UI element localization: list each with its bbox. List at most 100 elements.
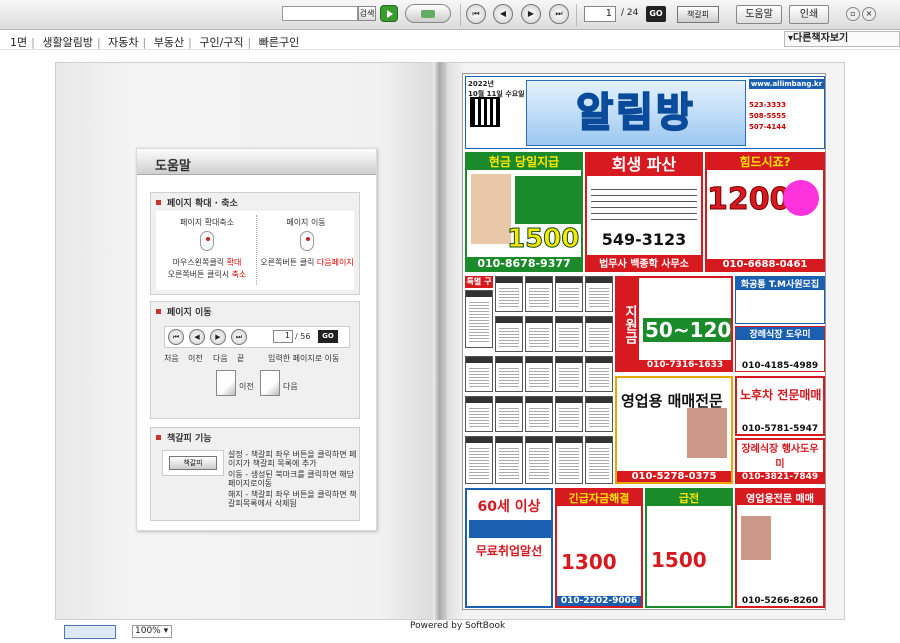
- classified-ad: [525, 356, 553, 392]
- page-flip-prev-icon: [216, 370, 236, 396]
- classified-ad: [495, 316, 523, 352]
- bookmark-button[interactable]: 책갈피: [677, 6, 719, 23]
- move-hint: 오른쪽버튼 클릭 다음페이지: [260, 258, 354, 267]
- ad-urgent-funds: 긴급자금해결 1300 010-2202-9006: [555, 488, 643, 608]
- flip-next-label: 다음: [283, 382, 298, 391]
- move-label: 페이지 이동: [286, 218, 326, 227]
- page-total: / 56: [295, 332, 311, 341]
- help-button[interactable]: 도움말: [736, 5, 782, 24]
- view-mode-icons[interactable]: [64, 625, 116, 639]
- ad-jobs-tag: 특별 구인: [465, 276, 493, 288]
- toolbar: 검색 ⏮ ◀ ▶ ⏭ 1 / 24 GO 책갈피 도움말 인쇄 ▫ ×: [0, 0, 900, 30]
- search-input[interactable]: [282, 6, 358, 21]
- ad-subsidy: 지원금 50~1200 010-7316-1633: [615, 276, 733, 372]
- search-go-icon[interactable]: [380, 5, 398, 22]
- zoom-hint-2: 오른쪽버튼 클릭시 축소: [167, 270, 247, 279]
- classified-ad: [525, 396, 553, 432]
- nav-link-realestate[interactable]: 부동산: [154, 36, 184, 49]
- page-total: / 24: [621, 8, 639, 18]
- bookmark-icon: 책갈피: [169, 456, 217, 470]
- other-books-dropdown[interactable]: ▾다른책자보기: [784, 31, 900, 47]
- first-page-icon: ⏮: [168, 329, 184, 345]
- bookmark-help-2: 이동 - 생성된 북마크를 클릭하면 해당페이지로이동: [228, 470, 355, 488]
- classified-ad: [525, 436, 553, 484]
- help-bookmark-section: 책갈피 기능 책갈피 설정 - 책갈피 좌우 버튼을 클릭하면 페이지가 책갈피…: [150, 427, 360, 521]
- close-icon[interactable]: ×: [862, 7, 876, 21]
- ad-funeral-helper: 장례식장 도우미 010-4185-4989: [735, 326, 825, 372]
- prev-page-icon: ◀: [189, 329, 205, 345]
- classified-ad: [585, 436, 613, 484]
- print-button[interactable]: 인쇄: [789, 5, 829, 24]
- category-nav: 1면 | 생활알림방 | 자동차 | 부동산 | 구인/구직 | 빠른구인: [0, 31, 900, 50]
- nav-link-car[interactable]: 자동차: [108, 36, 138, 49]
- newspaper-page[interactable]: 2022년 10월 11일 수요일 알림방 www.allimbang.kr 52…: [462, 73, 826, 610]
- go-button[interactable]: GO: [646, 6, 666, 22]
- divider: [576, 4, 577, 26]
- divider: [460, 4, 461, 26]
- ad-cash: 현금 당일지급 1500 010-8678-9377: [465, 152, 583, 272]
- classified-ad: [495, 396, 523, 432]
- classified-ad: [495, 276, 523, 312]
- section-title: 페이지 이동: [151, 302, 359, 320]
- classified-ad: [585, 356, 613, 392]
- classified-ad: [525, 316, 553, 352]
- label-prev: 이전: [188, 354, 203, 363]
- classified-ad: [555, 436, 583, 484]
- mouse-icon: [200, 231, 214, 251]
- classified-ad: [555, 276, 583, 312]
- classified-ad: [495, 436, 523, 484]
- minimize-icon[interactable]: ▫: [846, 7, 860, 21]
- classified-ad: [585, 276, 613, 312]
- next-page-button[interactable]: ▶: [521, 4, 541, 24]
- view-toggle-button[interactable]: [405, 4, 451, 23]
- page-box: 1: [273, 330, 293, 343]
- label-first: 처음: [164, 354, 179, 363]
- bookmark-help-1: 설정 - 책갈피 좌우 버튼을 클릭하면 페이지가 책갈피 목록에 추가: [228, 450, 357, 468]
- classified-ad: [555, 316, 583, 352]
- mouse-icon: [300, 231, 314, 251]
- prev-page-button[interactable]: ◀: [493, 4, 513, 24]
- go-icon: GO: [318, 330, 338, 343]
- page-flip-next-icon: [260, 370, 280, 396]
- classified-ad: [465, 396, 493, 432]
- classified-ad: [465, 356, 493, 392]
- divider: [256, 215, 257, 285]
- search-button[interactable]: 검색: [358, 6, 376, 21]
- nav-link-life[interactable]: 생활알림방: [42, 36, 93, 49]
- ad-quick-cash: 급전 1500: [645, 488, 733, 608]
- next-page-icon: ▶: [210, 329, 226, 345]
- ad-old-car: 노후차 전문매매 010-5781-5947: [735, 376, 825, 436]
- bookmark-help-3: 해지 - 책갈피 좌우 버튼을 클릭하면 책갈피목록에서 삭제됨: [228, 490, 357, 508]
- nav-link-quick-jobs[interactable]: 빠른구인: [259, 36, 299, 49]
- ad-funeral-event: 장례식장 행사도우미 010-3821-7849: [735, 438, 825, 484]
- ad-used-car: 영업용 매매전문 010-5278-0375: [615, 376, 733, 484]
- label-hint: 입력한 페이지로 이동: [268, 354, 340, 363]
- nav-link-cover[interactable]: 1면: [10, 36, 27, 49]
- label-last: 끝: [237, 354, 245, 363]
- zoom-select[interactable]: 100% ▾: [132, 625, 172, 638]
- label-next: 다음: [213, 354, 228, 363]
- toggle-icon: [421, 10, 435, 18]
- masthead-contacts: www.allimbang.kr 523-3333 508-5555 507-4…: [749, 79, 824, 131]
- help-move-section: 페이지 이동 ⏮ ◀ ▶ ⏭ 1 / 56 GO 처음 이전 다음 끝 입력한 …: [150, 301, 360, 419]
- help-zoom-section: 페이지 확대 · 축소 페이지 확대축소 마우스왼쪽클릭 확대 오른쪽버튼 클릭…: [150, 192, 360, 295]
- zoom-label: 페이지 확대축소: [179, 218, 235, 227]
- ad-tm-recruit: 화공통 T.M사원모집: [735, 276, 825, 324]
- nav-link-jobs[interactable]: 구인/구직: [199, 36, 243, 49]
- masthead: 2022년 10월 11일 수요일 알림방 www.allimbang.kr 52…: [465, 76, 825, 149]
- last-page-button[interactable]: ⏭: [549, 4, 569, 24]
- classified-ad: [555, 356, 583, 392]
- first-page-button[interactable]: ⏮: [466, 4, 486, 24]
- powered-by: Powered by SoftBook: [410, 621, 506, 631]
- help-title: 도움말: [137, 149, 376, 175]
- ad-loan: 힘드시죠? 1200 010-6688-0461: [705, 152, 825, 272]
- book-spine: [433, 62, 447, 620]
- footer: 100% ▾ Powered by SoftBook: [0, 621, 900, 643]
- classified-ad: [585, 316, 613, 352]
- flip-prev-label: 이전: [239, 382, 254, 391]
- classified-ad: [465, 290, 493, 348]
- qr-code-icon: [470, 97, 500, 127]
- zoom-hint-1: 마우스왼쪽클릭 확대: [172, 258, 242, 267]
- last-page-icon: ⏭: [231, 329, 247, 345]
- page-number-input[interactable]: 1: [584, 6, 616, 22]
